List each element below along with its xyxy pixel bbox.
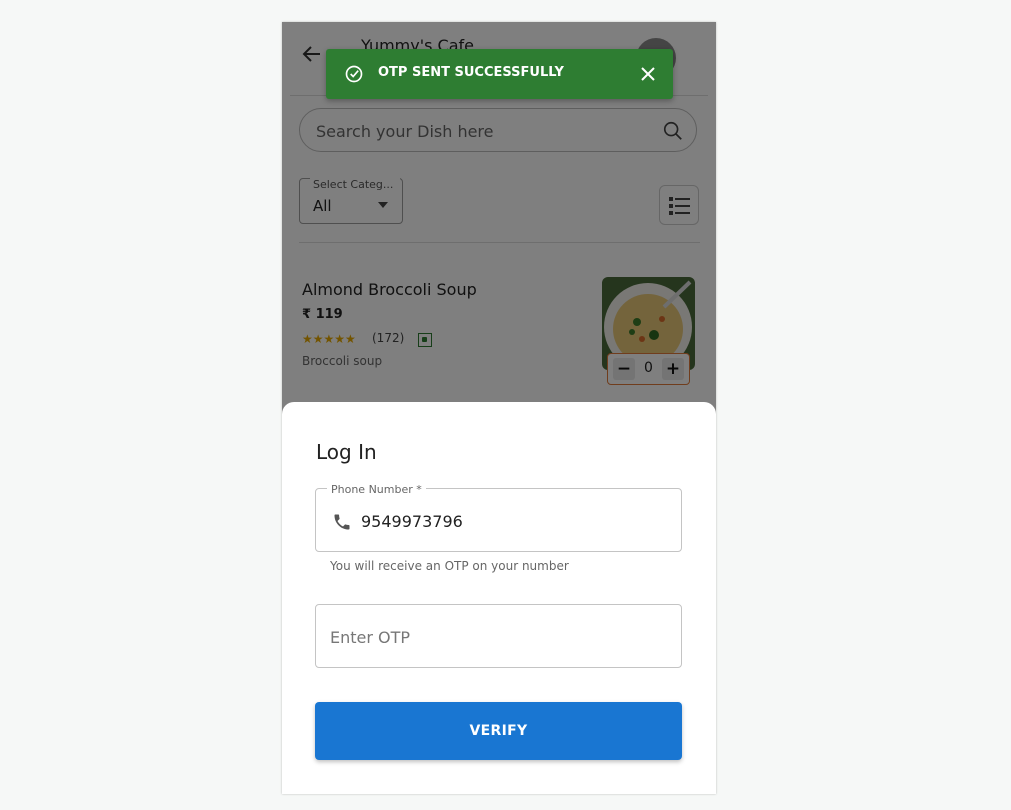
verify-button[interactable]: VERIFY xyxy=(315,702,682,760)
otp-input[interactable] xyxy=(330,624,660,650)
login-title: Log In xyxy=(316,440,377,464)
success-toast: OTP SENT SUCCESSFULLY xyxy=(326,49,673,99)
close-icon[interactable] xyxy=(640,66,656,82)
otp-field xyxy=(315,604,682,668)
phone-number-input[interactable] xyxy=(361,508,661,534)
check-circle-icon xyxy=(345,65,363,83)
toast-message: OTP SENT SUCCESSFULLY xyxy=(378,65,564,80)
login-sheet: Log In Phone Number * You will receive a… xyxy=(282,402,716,794)
phone-icon xyxy=(334,514,350,530)
phone-number-field: Phone Number * xyxy=(315,483,682,552)
phone-frame: Yummy's Cafe Select Categ... All xyxy=(282,22,716,794)
phone-helper-text: You will receive an OTP on your number xyxy=(330,559,569,573)
phone-number-label: Phone Number * xyxy=(327,483,426,496)
